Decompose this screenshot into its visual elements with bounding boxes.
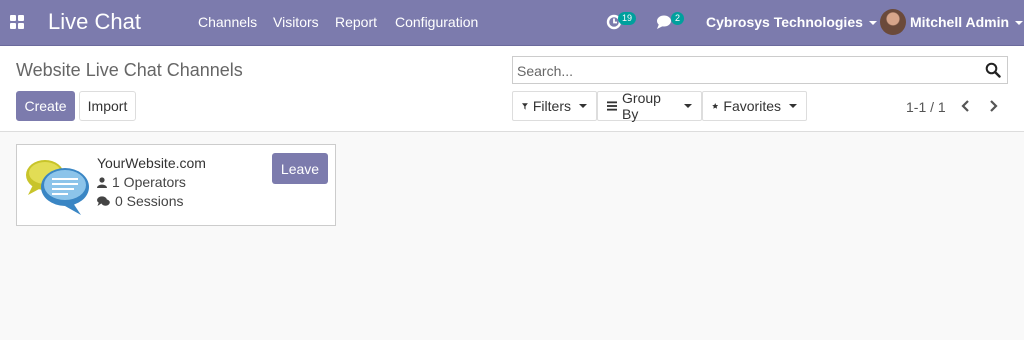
- user-icon: [97, 176, 107, 188]
- top-navbar: Live Chat Channels Visitors Report Confi…: [0, 0, 1024, 46]
- page-title: Website Live Chat Channels: [16, 60, 243, 80]
- operators-line: 1 Operators: [97, 174, 186, 190]
- menu-configuration[interactable]: Configuration: [395, 14, 478, 30]
- chevron-down-icon: [789, 104, 797, 108]
- leave-button[interactable]: Leave: [272, 153, 328, 184]
- user-menu[interactable]: Mitchell Admin: [910, 14, 1024, 30]
- comments-icon: [97, 195, 110, 206]
- control-panel: Website Live Chat Channels Create Import…: [0, 46, 1024, 132]
- chevron-down-icon: [684, 104, 692, 108]
- import-button[interactable]: Import: [79, 91, 136, 121]
- search-input[interactable]: [517, 61, 977, 80]
- channel-name: YourWebsite.com: [97, 155, 206, 171]
- sessions-count: 0 Sessions: [115, 193, 184, 209]
- activity-count-badge: 19: [618, 12, 637, 25]
- chevron-down-icon: [579, 104, 587, 108]
- favorites-label: Favorites: [723, 98, 781, 114]
- chat-bubbles-icon: [26, 160, 89, 215]
- star-icon: [712, 103, 719, 109]
- company-switcher[interactable]: Cybrosys Technologies: [706, 14, 877, 30]
- app-title[interactable]: Live Chat: [48, 9, 141, 35]
- apps-menu-icon[interactable]: [10, 15, 24, 29]
- chevron-left-icon[interactable]: [960, 99, 972, 113]
- create-button[interactable]: Create: [16, 91, 75, 121]
- group-by-label: Group By: [622, 90, 661, 122]
- chevron-down-icon: [1015, 21, 1024, 26]
- chevron-right-icon[interactable]: [987, 99, 999, 113]
- company-name: Cybrosys Technologies: [706, 14, 863, 30]
- filters-button[interactable]: Filters: [512, 91, 597, 121]
- pager-value[interactable]: 1-1 / 1: [906, 99, 946, 115]
- kanban-view: YourWebsite.com 1 Operators 0 Sessions L…: [0, 132, 1024, 340]
- operators-count: 1 Operators: [112, 174, 186, 190]
- search-box: [512, 56, 1008, 84]
- search-icon[interactable]: [985, 62, 1001, 78]
- menu-report[interactable]: Report: [335, 14, 377, 30]
- chevron-down-icon: [868, 21, 877, 26]
- filter-icon: [522, 102, 528, 110]
- favorites-button[interactable]: Favorites: [702, 91, 807, 121]
- group-by-button[interactable]: Group By: [597, 90, 702, 122]
- menu-channels[interactable]: Channels: [198, 14, 257, 30]
- filters-label: Filters: [532, 98, 571, 114]
- list-icon: [607, 101, 618, 111]
- menu-visitors[interactable]: Visitors: [273, 14, 319, 30]
- sessions-line: 0 Sessions: [97, 193, 183, 209]
- messages-count-badge: 2: [671, 12, 685, 25]
- user-avatar[interactable]: [880, 9, 906, 35]
- channel-card[interactable]: YourWebsite.com 1 Operators 0 Sessions L…: [16, 144, 336, 226]
- user-name: Mitchell Admin: [910, 14, 1010, 30]
